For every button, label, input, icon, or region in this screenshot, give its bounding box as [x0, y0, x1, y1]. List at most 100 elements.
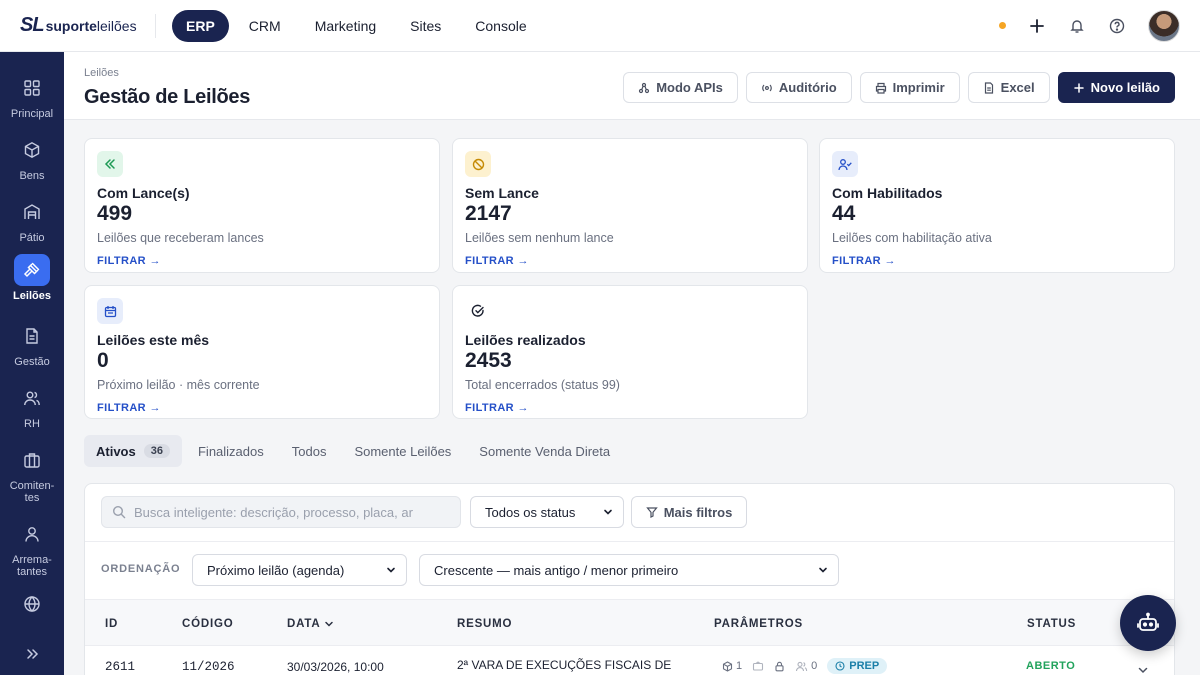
status-dot	[999, 22, 1006, 29]
card-value: 2147	[465, 202, 512, 225]
column-header-id[interactable]: ID	[105, 618, 118, 630]
tab-todos[interactable]: Todos	[280, 435, 339, 467]
top-nav: ERP CRM Marketing Sites Console	[172, 9, 541, 42]
order-direction-select[interactable]: Crescente — mais antigo / menor primeiro	[419, 554, 839, 586]
cell-codigo: 11/2026	[182, 660, 235, 674]
stat-card-com-lances: Com Lance(s) 499 Leilões que receberam l…	[84, 138, 440, 273]
sidebar-label-line1: Comiten-	[9, 480, 55, 492]
card-title: Leilões realizados	[465, 332, 586, 348]
sidebar-item-gestao[interactable]: Gestão	[0, 320, 64, 368]
sidebar-label: RH	[24, 418, 40, 430]
cell-parametros: 1 0 PREP	[722, 658, 888, 674]
ban-icon	[465, 151, 491, 177]
column-header-resumo[interactable]: RESUMO	[457, 618, 512, 630]
card-filter-link[interactable]: FILTRAR →	[465, 255, 795, 267]
document-icon	[14, 320, 50, 352]
sort-desc-icon	[325, 621, 334, 627]
topnav-sites[interactable]: Sites	[396, 10, 455, 42]
auctions-panel: Todos os status Mais filtros ORDENAÇÃO P…	[84, 483, 1175, 675]
grid-icon	[14, 72, 50, 104]
breadcrumb[interactable]: Leilões	[84, 67, 119, 79]
tab-finalizados[interactable]: Finalizados	[186, 435, 276, 467]
expand-row-chevron-icon[interactable]	[1137, 664, 1149, 675]
sidebar-item-bens[interactable]: Bens	[0, 134, 64, 182]
box-icon	[722, 660, 733, 672]
topnav-console[interactable]: Console	[461, 10, 540, 42]
sidebar-label: Gestão	[14, 356, 50, 368]
card-title: Com Lance(s)	[97, 185, 190, 201]
card-description: Leilões sem nenhum lance	[465, 231, 614, 245]
stat-card-com-habilitados: Com Habilitados 44 Leilões com habilitaç…	[819, 138, 1175, 273]
user-avatar[interactable]	[1148, 9, 1180, 42]
column-header-status[interactable]: STATUS	[1027, 618, 1076, 630]
sidebar-item-sites[interactable]	[0, 588, 64, 624]
tab-somente-venda-direta[interactable]: Somente Venda Direta	[467, 435, 622, 467]
assistant-bot-button[interactable]	[1120, 595, 1176, 651]
card-description: Leilões que receberam lances	[97, 231, 264, 245]
logo-mark: SL	[20, 14, 45, 36]
card-title: Leilões este mês	[97, 332, 210, 348]
sidebar-item-leiloes[interactable]: Leilões	[0, 254, 64, 302]
stat-card-sem-lance: Sem Lance 2147 Leilões sem nenhum lance …	[452, 138, 808, 273]
excel-button[interactable]: Excel	[967, 72, 1050, 103]
column-header-data[interactable]: DATA	[287, 618, 334, 630]
lock-icon	[774, 661, 785, 672]
card-description: Leilões com habilitação ativa	[832, 231, 992, 245]
cell-data: 30/03/2026, 10:00	[287, 660, 384, 674]
status-select[interactable]: Todos os status	[470, 496, 624, 528]
tab-count-badge: 36	[143, 444, 170, 458]
topnav-erp[interactable]: ERP	[172, 9, 229, 42]
bell-icon[interactable]	[1068, 17, 1086, 35]
modo-apis-button[interactable]: Modo APIs	[623, 72, 738, 103]
order-label: ORDENAÇÃO	[101, 563, 181, 575]
search-icon	[112, 505, 126, 519]
sidebar-item-comitentes[interactable]: Comiten- tes	[0, 444, 64, 504]
printer-icon	[875, 82, 886, 94]
chevron-down-icon	[387, 567, 395, 573]
column-header-parametros[interactable]: PARÂMETROS	[714, 618, 803, 630]
stat-card-leiloes-este-mes: Leilões este mês 0 Próximo leilão · mês …	[84, 285, 440, 419]
search-input[interactable]	[134, 504, 444, 520]
page-header: Leilões Gestão de Leilões Modo APIs Audi…	[64, 52, 1200, 120]
brand-logo[interactable]: SL suporteleilões	[0, 13, 156, 38]
tab-ativos[interactable]: Ativos 36	[84, 435, 182, 467]
sidebar-item-patio[interactable]: Pátio	[0, 196, 64, 244]
filter-icon	[645, 507, 658, 518]
card-value: 44	[832, 202, 856, 225]
stat-card-leiloes-realizados: Leilões realizados 2453 Total encerrados…	[452, 285, 808, 419]
novo-leilao-button[interactable]: Novo leilão	[1057, 72, 1175, 103]
users-icon	[796, 661, 808, 671]
topnav-marketing[interactable]: Marketing	[301, 10, 390, 42]
card-filter-link[interactable]: FILTRAR →	[97, 402, 427, 414]
auditorio-button[interactable]: Auditório	[745, 72, 852, 103]
column-header-codigo[interactable]: CÓDIGO	[182, 618, 233, 630]
sidebar-item-arrematantes[interactable]: Arrema- tantes	[0, 518, 64, 578]
sidebar-expand-button[interactable]	[0, 638, 64, 674]
sidebar: Principal Bens Pátio Leilões Gestão RH C…	[0, 52, 64, 675]
card-filter-link[interactable]: FILTRAR →	[97, 255, 427, 267]
help-icon[interactable]	[1108, 17, 1126, 35]
table-row[interactable]: 2611 11/2026 30/03/2026, 10:00 2ª VARA D…	[85, 646, 1174, 675]
card-filter-link[interactable]: FILTRAR →	[465, 402, 795, 414]
plus-icon	[1073, 82, 1084, 93]
chevrons-right-icon	[14, 638, 50, 670]
chevron-down-icon	[604, 509, 612, 515]
users-icon	[14, 382, 50, 414]
cell-resumo: 2ª VARA DE EXECUÇÕES FISCAIS DE	[457, 658, 672, 672]
box-icon	[14, 134, 50, 166]
sidebar-label-line2: tes	[24, 492, 40, 504]
sidebar-item-principal[interactable]: Principal	[0, 72, 64, 120]
habilitados-count: 0	[795, 660, 817, 672]
top-bar: SL suporteleilões ERP CRM Marketing Site…	[0, 0, 1200, 52]
imprimir-button[interactable]: Imprimir	[859, 72, 960, 103]
tab-somente-leiloes[interactable]: Somente Leilões	[342, 435, 463, 467]
card-description: Total encerrados (status 99)	[465, 378, 620, 392]
card-filter-link[interactable]: FILTRAR →	[832, 255, 1162, 267]
more-filters-button[interactable]: Mais filtros	[631, 496, 747, 528]
sidebar-item-rh[interactable]: RH	[0, 382, 64, 430]
sidebar-label-line1: Arrema-	[12, 554, 52, 566]
plus-icon[interactable]	[1028, 17, 1046, 35]
order-by-select[interactable]: Próximo leilão (agenda)	[192, 554, 407, 586]
page-title: Gestão de Leilões	[84, 86, 251, 108]
topnav-crm[interactable]: CRM	[235, 10, 295, 42]
